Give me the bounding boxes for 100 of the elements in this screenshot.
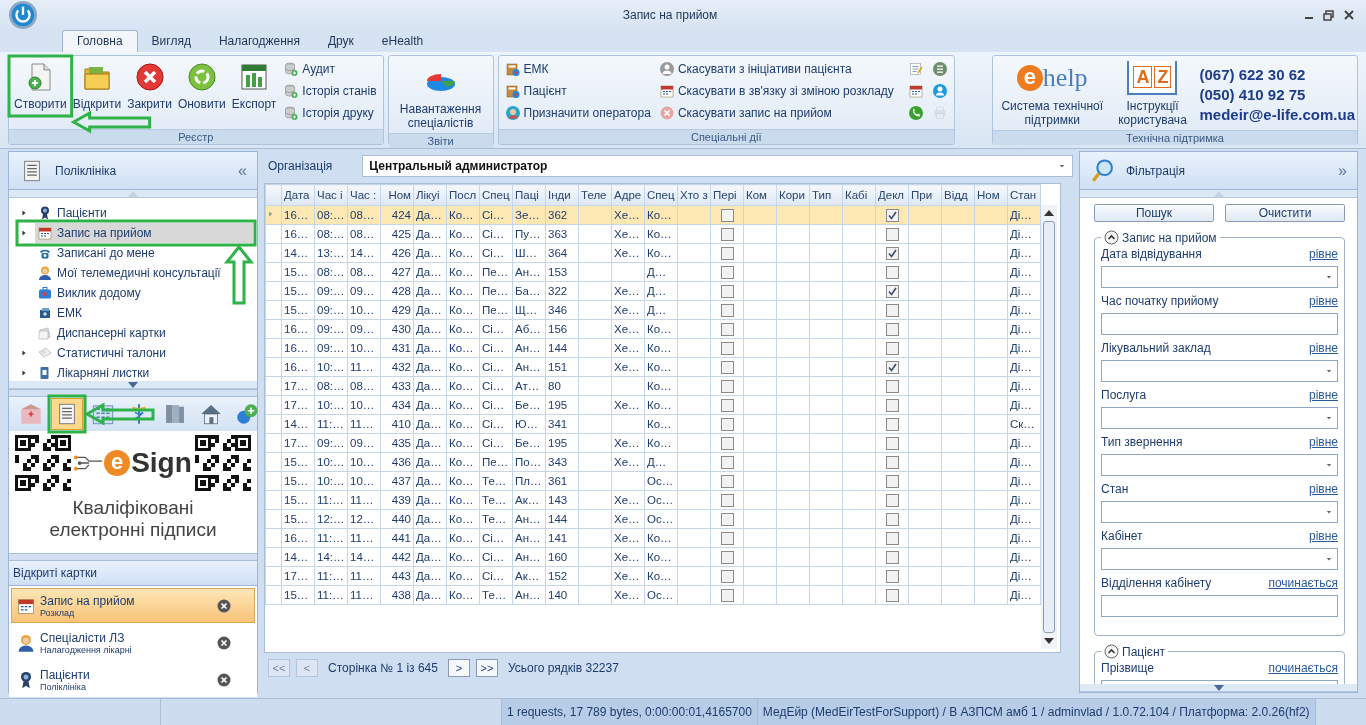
table-row[interactable]: 16… 11:… 11… 441 Да… Ко… Сі… Ан… 141 Хе… Ко… Ді… bbox=[265, 528, 1041, 548]
table-row[interactable]: 16… 08:… 08… 425 Да… Ко… Сі… Пу… 363 Хе… Ко… Ді… bbox=[265, 224, 1041, 244]
tree-item[interactable]: Лікарняні листки bbox=[35, 363, 253, 381]
tree-item[interactable]: Записані до мене bbox=[35, 243, 253, 263]
action-button[interactable]: Очистити bbox=[1225, 204, 1345, 222]
operator-link[interactable]: рівне bbox=[1309, 341, 1338, 357]
person-icon[interactable] bbox=[931, 83, 948, 99]
checkbox[interactable] bbox=[885, 417, 899, 431]
checkbox[interactable] bbox=[720, 246, 734, 260]
open-card-item[interactable]: Спеціалісти ЛЗ Налагодження лікарні bbox=[11, 625, 255, 660]
ribbon-button[interactable]: Скасувати в зв'язку зі зміною розкладу bbox=[658, 80, 898, 102]
table-row[interactable]: 15… 12:… 12… 440 Да… Ко… Те… Ан… 144 Хе… Ос… Ді… bbox=[265, 509, 1041, 529]
tree-item[interactable]: Запис на прийом bbox=[35, 223, 253, 243]
power-icon[interactable] bbox=[8, 0, 38, 30]
ribbon-tab[interactable]: Головна bbox=[62, 30, 138, 52]
column-header[interactable]: Ном bbox=[974, 184, 1008, 206]
operator-link[interactable]: рівне bbox=[1309, 529, 1338, 545]
splitter[interactable] bbox=[9, 389, 257, 397]
operator-link[interactable]: починається bbox=[1268, 576, 1338, 592]
column-header[interactable]: Кабі bbox=[842, 184, 876, 206]
checkbox[interactable] bbox=[885, 436, 899, 450]
column-header[interactable]: Посл bbox=[446, 184, 480, 206]
ribbon-button[interactable]: A Z Інструкції користувача bbox=[1109, 58, 1196, 130]
table-row[interactable]: 17… 09:… 09… 435 Да… Ко… Сі… Бе… 195 Хе… Ко… Ді… bbox=[265, 433, 1041, 453]
checkbox[interactable] bbox=[720, 227, 734, 241]
open-card-item[interactable]: Запис на прийом Розклад bbox=[11, 588, 255, 623]
ribbon-button[interactable]: Аудит bbox=[283, 58, 381, 80]
close-icon[interactable] bbox=[216, 671, 232, 688]
table-row[interactable]: 14… 14:… 14… 442 Да… Ко… Сі… Ан… 160 Хе… Ко… Ді… bbox=[265, 547, 1041, 567]
table-row[interactable]: 15… 09:… 10… 429 Да… Ко… Пе… Щ… 346 Хе… Д… Ді… bbox=[265, 300, 1041, 320]
ribbon-button[interactable]: Закрити bbox=[124, 58, 175, 114]
checkbox[interactable] bbox=[720, 398, 734, 412]
ribbon-button[interactable]: Історія друку bbox=[283, 102, 381, 124]
column-header[interactable]: Ном bbox=[380, 184, 414, 206]
table-row[interactable]: 15… 10:… 10… 437 Да… Ко… Те… Пл… 361 Ос… Ді… bbox=[265, 471, 1041, 491]
column-header[interactable]: Тип bbox=[809, 184, 843, 206]
table-row[interactable]: 17… 10:… 10… 434 Да… Ко… Сі… Бе… 195 Хе… Ко… Ді… bbox=[265, 395, 1041, 415]
table-row[interactable]: 16… 09:… 10… 431 Да… Ко… Сі… Ан… 144 Хе… Ко… Ді… bbox=[265, 338, 1041, 358]
checkbox[interactable] bbox=[885, 303, 899, 317]
column-header[interactable]: Пері bbox=[710, 184, 744, 206]
collapse-icon[interactable] bbox=[1104, 230, 1119, 245]
collapse-icon[interactable] bbox=[1104, 644, 1119, 659]
column-header[interactable]: Інди bbox=[545, 184, 579, 206]
checkbox[interactable] bbox=[720, 208, 734, 222]
checkbox[interactable] bbox=[885, 531, 899, 545]
table-row[interactable]: 17… 11:… 11… 443 Да… Ко… Сі… Ак… 152 Хе… Ко… Ді… bbox=[265, 566, 1041, 586]
checkbox[interactable] bbox=[720, 455, 734, 469]
column-header[interactable]: Теле bbox=[578, 184, 612, 206]
table-row[interactable]: 16… 10:… 11… 432 Да… Ко… Сі… Ан… 151 Хе… Ко… Ді… bbox=[265, 357, 1041, 377]
tree-item[interactable]: Пацієнти bbox=[35, 203, 253, 223]
checkbox[interactable] bbox=[720, 588, 734, 602]
combo-box[interactable] bbox=[1101, 501, 1338, 523]
combo-box[interactable] bbox=[1101, 548, 1338, 570]
ribbon-button[interactable]: e help Система технічної підтримки bbox=[995, 58, 1110, 130]
column-header[interactable]: Ком bbox=[743, 184, 777, 206]
collapse-button[interactable]: » bbox=[1338, 161, 1347, 180]
checkbox[interactable] bbox=[885, 550, 899, 564]
collapse-button[interactable]: « bbox=[238, 161, 247, 180]
operator-link[interactable]: рівне bbox=[1309, 435, 1338, 451]
tree-item[interactable]: Виклик додому bbox=[35, 283, 253, 303]
column-header[interactable]: Спец bbox=[479, 184, 513, 206]
checkbox[interactable] bbox=[720, 550, 734, 564]
ribbon-tab[interactable]: eHealth bbox=[367, 31, 438, 52]
ribbon-tab[interactable]: Налагодження bbox=[204, 31, 314, 52]
checkbox[interactable] bbox=[885, 227, 899, 241]
ribbon-button[interactable]: Скасувати запис на прийом bbox=[658, 102, 898, 124]
table-row[interactable]: 16… 08:… 08… 424 Да… Ко… Сі… Зе… 362 Хе… Ко… Ді… bbox=[265, 205, 1041, 225]
checkbox[interactable] bbox=[720, 284, 734, 298]
tree-item[interactable]: Статистичні талони bbox=[35, 343, 253, 363]
close-icon[interactable] bbox=[216, 634, 232, 651]
table-row[interactable]: 14… 11:… 11… 410 Да… Ко… Сі… Ю… 341 Ко… Ск… bbox=[265, 414, 1041, 434]
checkbox[interactable] bbox=[885, 322, 899, 336]
column-header[interactable]: Відд bbox=[941, 184, 975, 206]
ribbon-tab[interactable]: Вигляд bbox=[137, 31, 205, 52]
combo-box[interactable] bbox=[1101, 360, 1338, 382]
column-header[interactable]: Стан bbox=[1007, 184, 1041, 206]
text-field[interactable] bbox=[1101, 595, 1338, 617]
checkbox[interactable] bbox=[885, 569, 899, 583]
column-header[interactable]: Кори bbox=[776, 184, 810, 206]
checkbox[interactable] bbox=[720, 379, 734, 393]
ribbon-button[interactable]: Пацієнт bbox=[504, 80, 655, 102]
scroll-down-icon[interactable] bbox=[1044, 637, 1054, 645]
combo-box[interactable] bbox=[1101, 407, 1338, 429]
ribbon-button[interactable]: Відкрити bbox=[69, 58, 125, 114]
ribbon-button[interactable]: Навантаження спеціалістів bbox=[390, 58, 491, 133]
ribbon-button[interactable]: Скасувати з ініціативи пацієнта bbox=[658, 58, 898, 80]
combo-box[interactable] bbox=[1101, 454, 1338, 476]
ribbon-tab[interactable]: Друк bbox=[313, 31, 368, 52]
checkbox[interactable] bbox=[720, 512, 734, 526]
table-row[interactable]: 14… 13:… 14… 426 Да… Ко… Сі… Ш… 364 Хе… Ко… Ді… bbox=[265, 243, 1041, 263]
checkbox[interactable] bbox=[720, 474, 734, 488]
checkbox[interactable] bbox=[885, 246, 899, 260]
table-row[interactable]: 15… 09:… 09… 428 Да… Ко… Пе… Ба… 322 Хе… Д… Ді… bbox=[265, 281, 1041, 301]
checkbox[interactable] bbox=[720, 341, 734, 355]
notepad-icon[interactable] bbox=[907, 61, 924, 77]
column-header[interactable]: Паці bbox=[512, 184, 546, 206]
operator-link[interactable]: рівне bbox=[1309, 294, 1338, 310]
checkbox[interactable] bbox=[885, 398, 899, 412]
table-row[interactable]: 17… 08:… 08… 433 Да… Ко… Сі… Ат… 80 Ко… Ді… bbox=[265, 376, 1041, 396]
column-header[interactable]: Декл bbox=[875, 184, 909, 206]
